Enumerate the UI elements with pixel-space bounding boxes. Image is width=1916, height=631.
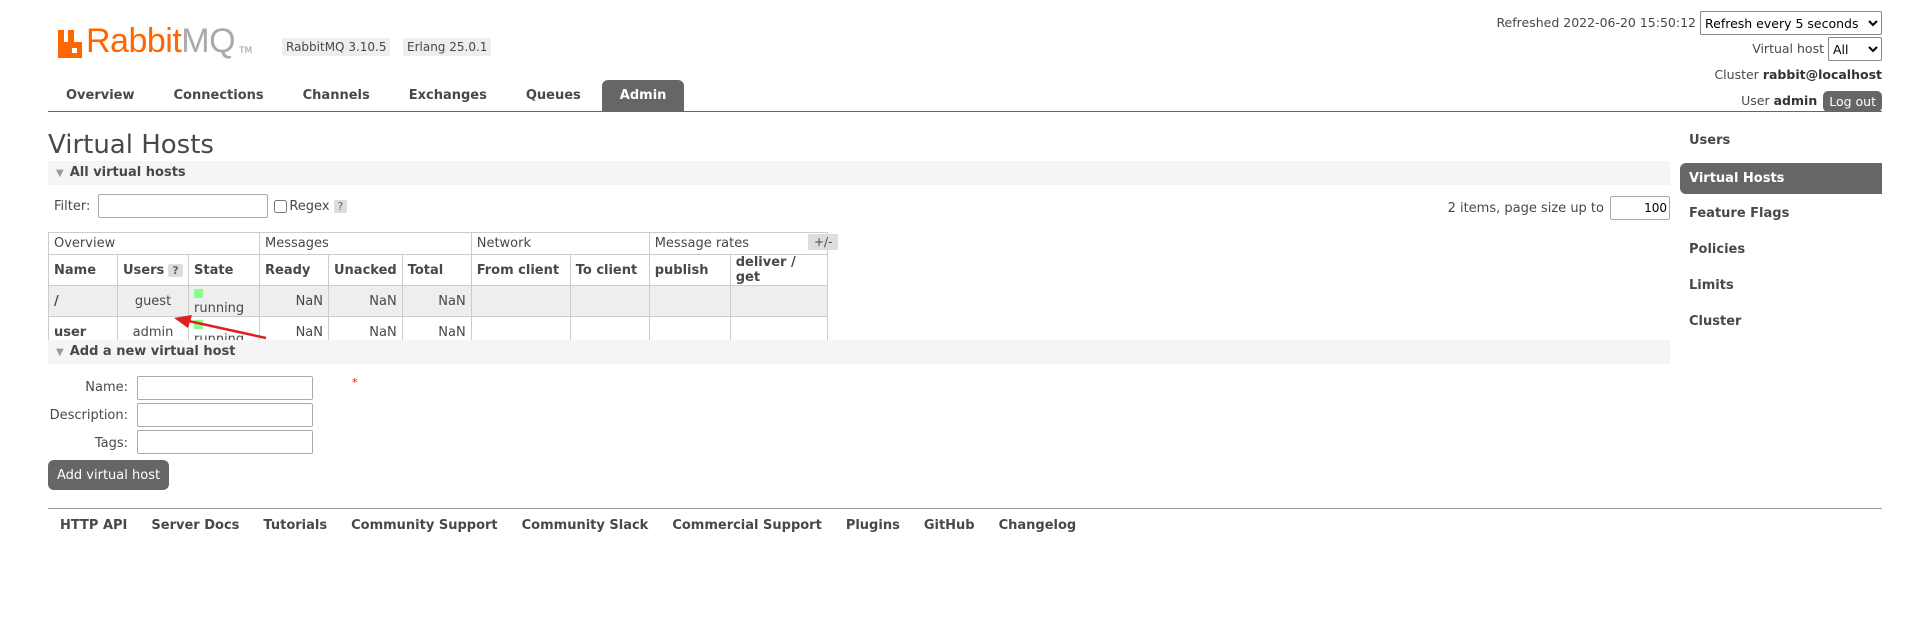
- vhost-publish: [648, 285, 731, 317]
- description-label: Description:: [49, 408, 128, 423]
- tab-queues[interactable]: Queues: [508, 80, 599, 112]
- users-help-icon[interactable]: ?: [168, 263, 183, 277]
- footer-link-community-support[interactable]: Community Support: [351, 518, 498, 533]
- main-tabs: Overview Connections Channels Exchanges …: [48, 80, 687, 112]
- logout-button[interactable]: Log out: [1823, 90, 1882, 112]
- add-vhost-title: Add a new virtual host: [69, 344, 236, 359]
- col-ready[interactable]: Ready: [259, 254, 329, 286]
- tab-exchanges[interactable]: Exchanges: [391, 80, 505, 112]
- group-messages: Messages: [259, 232, 472, 255]
- group-overview: Overview: [48, 232, 260, 255]
- col-state[interactable]: State: [188, 254, 260, 286]
- rabbitmq-logo: RabbitMQ TM: [58, 20, 252, 58]
- page-size-control: 2 items, page size up to: [1448, 196, 1670, 220]
- user-name: admin: [1773, 93, 1818, 108]
- vhost-from-client: [470, 285, 571, 317]
- admin-sidebar: Users Virtual Hosts Feature Flags Polici…: [1680, 127, 1882, 344]
- vhost-name-link[interactable]: /: [48, 285, 118, 317]
- brand-mq: MQ: [181, 22, 236, 60]
- rabbit-logo-icon: [58, 30, 82, 58]
- vhost-deliver-get: [729, 285, 828, 317]
- vhosts-table: Overview Messages Network Message rates …: [48, 232, 828, 348]
- sidebar-item-limits[interactable]: Limits: [1680, 272, 1882, 308]
- footer-link-http-api[interactable]: HTTP API: [60, 518, 127, 533]
- table-row: / guest running NaN NaN NaN: [48, 285, 828, 317]
- vhost-label: Virtual host: [1752, 41, 1824, 56]
- cluster-label: Cluster: [1714, 67, 1759, 82]
- regex-checkbox[interactable]: [274, 199, 288, 213]
- footer-links: HTTP API Server Docs Tutorials Community…: [60, 518, 1100, 533]
- vhost-total: NaN: [401, 285, 472, 317]
- columns-toggle-button[interactable]: +/-: [808, 234, 839, 250]
- footer-divider: [48, 508, 1882, 509]
- sidebar-item-virtual-hosts[interactable]: Virtual Hosts: [1680, 163, 1882, 194]
- footer-link-github[interactable]: GitHub: [924, 518, 975, 533]
- version-badge: RabbitMQ 3.10.5: [282, 38, 391, 56]
- col-publish[interactable]: publish: [648, 254, 731, 286]
- filter-bar: Filter: Regex ?: [54, 194, 348, 218]
- user-label: User: [1741, 93, 1770, 108]
- sidebar-item-feature-flags[interactable]: Feature Flags: [1680, 200, 1882, 236]
- vhost-to-client: [569, 285, 650, 317]
- tab-channels[interactable]: Channels: [285, 80, 388, 112]
- sidebar-item-users[interactable]: Users: [1680, 127, 1882, 163]
- vhost-description-input[interactable]: [137, 403, 313, 427]
- sidebar-item-cluster[interactable]: Cluster: [1680, 308, 1882, 344]
- col-unacked[interactable]: Unacked: [328, 254, 403, 286]
- footer-link-tutorials[interactable]: Tutorials: [263, 518, 327, 533]
- refreshed-label: Refreshed 2022-06-20 15:50:12: [1496, 15, 1696, 30]
- page-size-input[interactable]: [1610, 196, 1670, 220]
- col-to-client[interactable]: To client: [569, 254, 650, 286]
- name-label: Name:: [85, 380, 128, 395]
- add-virtual-host-button[interactable]: Add virtual host: [48, 460, 170, 490]
- regex-help-icon[interactable]: ?: [333, 199, 348, 213]
- vhost-unacked: NaN: [328, 285, 403, 317]
- cluster-name: rabbit@localhost: [1762, 67, 1882, 82]
- running-status-icon: [194, 289, 203, 298]
- footer-link-plugins[interactable]: Plugins: [846, 518, 900, 533]
- tab-overview[interactable]: Overview: [48, 80, 153, 112]
- page-info: 2 items, page size up to: [1447, 200, 1604, 216]
- footer-link-changelog[interactable]: Changelog: [999, 518, 1077, 533]
- col-deliver-get[interactable]: deliver / get: [729, 254, 828, 286]
- status-panel: Refreshed 2022-06-20 15:50:12 Refresh ev…: [1496, 10, 1882, 114]
- add-vhost-form: Name: * Description: Tags:: [48, 376, 408, 456]
- collapse-triangle-icon: ▼: [56, 347, 64, 358]
- filter-input[interactable]: [98, 194, 269, 218]
- erlang-badge: Erlang 25.0.1: [403, 38, 492, 56]
- col-from-client[interactable]: From client: [470, 254, 571, 286]
- col-name[interactable]: Name: [48, 254, 118, 286]
- col-total[interactable]: Total: [401, 254, 472, 286]
- col-users[interactable]: Users?: [117, 254, 189, 286]
- required-mark: *: [352, 376, 358, 389]
- tab-admin[interactable]: Admin: [601, 80, 685, 112]
- vhost-tags-input[interactable]: [137, 430, 313, 454]
- tab-connections[interactable]: Connections: [156, 80, 282, 112]
- brand-trademark: TM: [239, 46, 253, 56]
- brand-rabbit: Rabbit: [86, 22, 182, 60]
- vhost-name-input[interactable]: [137, 376, 313, 400]
- collapse-triangle-icon: ▼: [56, 168, 64, 179]
- regex-label: Regex: [289, 198, 330, 214]
- all-vhosts-title: All virtual hosts: [69, 165, 186, 180]
- all-vhosts-section-header[interactable]: ▼ All virtual hosts: [48, 161, 1670, 185]
- refresh-interval-select[interactable]: Refresh every 5 seconds: [1700, 11, 1882, 35]
- vhost-select[interactable]: All: [1828, 37, 1882, 61]
- page-title: Virtual Hosts: [48, 130, 214, 160]
- footer-link-community-slack[interactable]: Community Slack: [522, 518, 649, 533]
- tags-label: Tags:: [94, 436, 128, 451]
- group-network: Network: [470, 232, 650, 255]
- footer-link-commercial-support[interactable]: Commercial Support: [672, 518, 822, 533]
- add-vhost-section-header[interactable]: ▼ Add a new virtual host: [48, 340, 1670, 364]
- footer-link-server-docs[interactable]: Server Docs: [151, 518, 239, 533]
- group-message-rates: Message rates: [648, 232, 828, 255]
- filter-label: Filter:: [54, 198, 91, 214]
- sidebar-item-policies[interactable]: Policies: [1680, 236, 1882, 272]
